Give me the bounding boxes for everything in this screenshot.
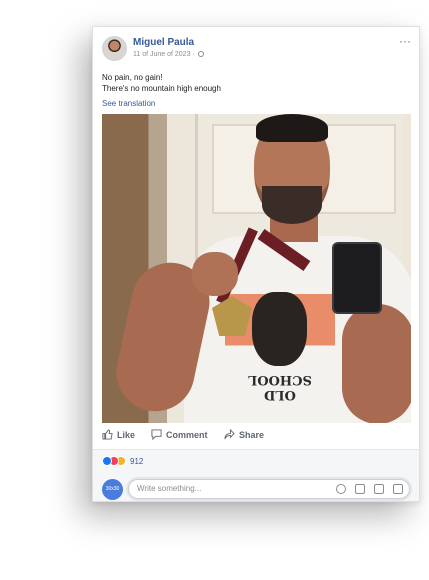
beard <box>262 186 322 224</box>
like-reaction-icon <box>102 456 112 466</box>
gif-icon[interactable] <box>374 484 384 494</box>
post-photo[interactable]: OLD SCHOOL <box>102 114 411 423</box>
sticker-icon[interactable] <box>393 484 403 494</box>
post-text-line: There's no mountain high enough <box>102 84 221 93</box>
reaction-count[interactable]: 912 <box>130 457 143 466</box>
fist <box>192 252 238 296</box>
reaction-summary[interactable]: 912 <box>102 456 143 466</box>
post-text: No pain, no gain! There's no mountain hi… <box>102 72 221 94</box>
share-icon <box>224 429 235 440</box>
globe-icon <box>197 51 204 57</box>
more-options-icon[interactable]: ··· <box>399 34 411 48</box>
post-meta: 11 of June of 2023 · <box>133 51 204 58</box>
post-footer: 912 30x30 <box>93 450 419 501</box>
comment-button[interactable]: Comment <box>151 429 208 440</box>
post-text-line: No pain, no gain! <box>102 73 163 82</box>
comment-box[interactable] <box>128 479 410 499</box>
comment-icon <box>151 429 162 440</box>
comment-tools <box>336 484 403 494</box>
share-button[interactable]: Share <box>224 429 264 440</box>
hair <box>256 114 328 142</box>
comment-input[interactable] <box>137 484 327 493</box>
like-button[interactable]: Like <box>102 429 135 440</box>
shirt-graphic-face <box>252 292 307 366</box>
commenter-avatar: 30x30 <box>102 479 123 500</box>
emoji-icon[interactable] <box>336 484 346 494</box>
camera-icon[interactable] <box>355 484 365 494</box>
like-label: Like <box>117 429 136 440</box>
thumbs-up-icon <box>102 429 113 440</box>
meta-separator: · <box>192 51 195 58</box>
post-actions: Like Comment Share <box>102 429 410 445</box>
comment-label: Comment <box>166 429 208 440</box>
post-date[interactable]: 11 of June of 2023 <box>133 51 190 58</box>
post-header: Miguel Paula 11 of June of 2023 · ··· <box>102 34 411 64</box>
share-label: Share <box>239 429 265 440</box>
right-arm <box>342 304 411 423</box>
author-name[interactable]: Miguel Paula <box>133 37 194 48</box>
shirt-graphic-text: OLD SCHOOL <box>248 372 312 402</box>
see-translation-link[interactable]: See translation <box>102 99 155 108</box>
post-card: Miguel Paula 11 of June of 2023 · ··· No… <box>92 26 420 502</box>
author-avatar[interactable] <box>102 36 127 61</box>
phone <box>332 242 382 314</box>
